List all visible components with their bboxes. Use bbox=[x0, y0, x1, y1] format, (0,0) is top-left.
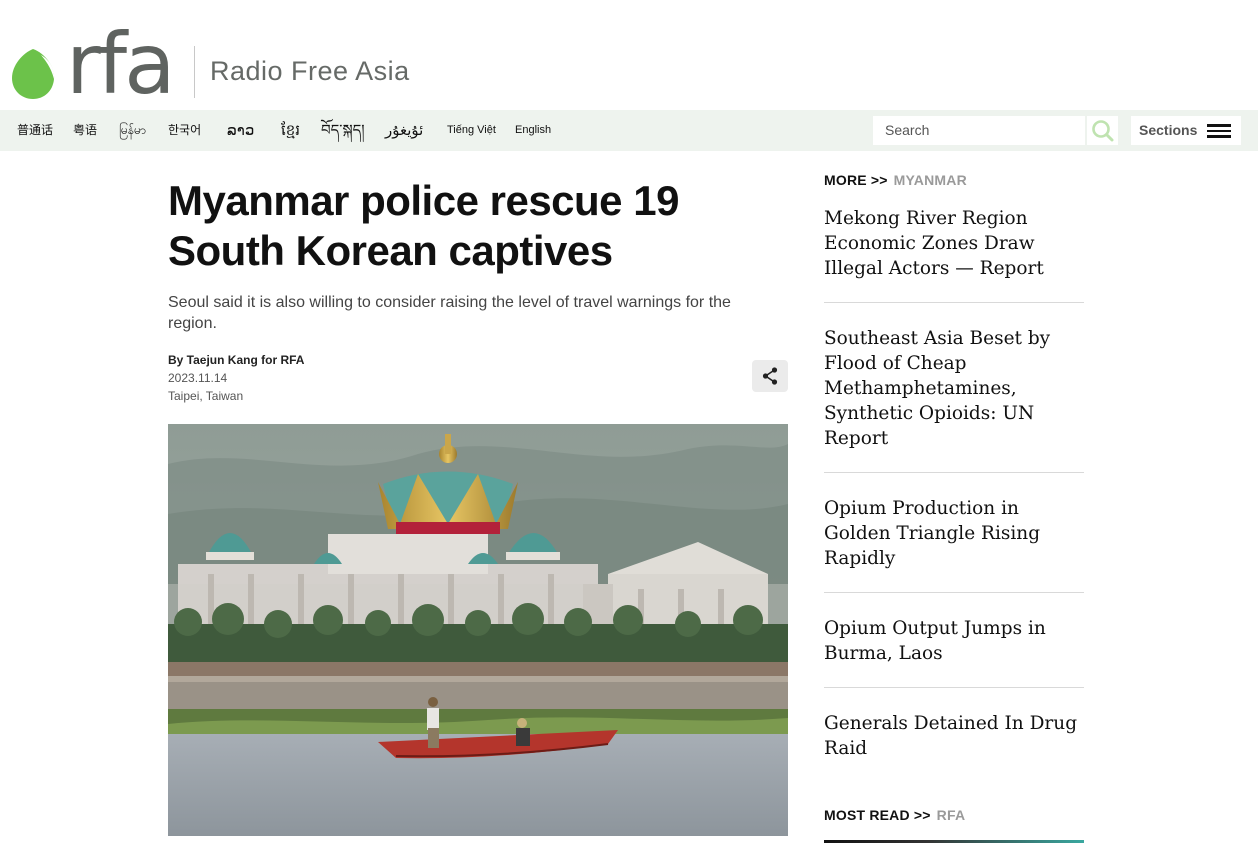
divider bbox=[824, 687, 1084, 688]
share-button[interactable] bbox=[752, 360, 788, 392]
brand-name[interactable]: Radio Free Asia bbox=[210, 56, 410, 87]
related-article-link[interactable]: Mekong River Region Economic Zones Draw … bbox=[824, 206, 1084, 281]
lang-korean[interactable]: 한국어 bbox=[168, 110, 201, 151]
article-title: Myanmar police rescue 19 South Korean ca… bbox=[168, 177, 679, 274]
lang-khmer[interactable]: ខ្មែរ bbox=[281, 110, 300, 151]
lang-english[interactable]: English bbox=[515, 110, 551, 151]
sections-menu-button[interactable]: Sections bbox=[1131, 116, 1241, 145]
article-location: Taipei, Taiwan bbox=[168, 389, 244, 403]
related-article-link[interactable]: Opium Production in Golden Triangle Risi… bbox=[824, 496, 1084, 571]
more-section-link[interactable]: MYANMAR bbox=[894, 172, 967, 188]
search-button[interactable] bbox=[1087, 116, 1118, 145]
lang-burmese[interactable]: မြန်မာ bbox=[119, 110, 146, 151]
search-input[interactable]: Search bbox=[873, 116, 1085, 145]
article-date: 2023.11.14 bbox=[168, 371, 228, 385]
lang-uyghur[interactable]: ئۇيغۇر bbox=[385, 110, 423, 151]
rfa-logo-leaf-icon[interactable] bbox=[11, 45, 55, 99]
most-read-heading: MOST READ >> RFA bbox=[824, 807, 965, 823]
most-read-section-link[interactable]: RFA bbox=[937, 807, 966, 823]
related-article-link[interactable]: Opium Output Jumps in Burma, Laos bbox=[824, 616, 1084, 666]
hamburger-menu-icon bbox=[1207, 124, 1231, 138]
article-photo bbox=[168, 424, 788, 836]
lang-lao[interactable]: ລາວ bbox=[227, 110, 254, 151]
site-header: rfa Radio Free Asia bbox=[0, 0, 1258, 113]
lang-vietnamese[interactable]: Tiếng Việt bbox=[447, 110, 496, 151]
more-section-heading: MORE >> MYANMAR bbox=[824, 172, 967, 188]
related-article-link[interactable]: Generals Detained In Drug Raid bbox=[824, 711, 1084, 761]
article-subtitle: Seoul said it is also willing to conside… bbox=[168, 294, 731, 332]
more-label: MORE >> bbox=[824, 172, 888, 188]
lang-mandarin[interactable]: 普通话 bbox=[17, 110, 53, 151]
most-read-label: MOST READ >> bbox=[824, 807, 931, 823]
rfa-logo[interactable]: rfa bbox=[66, 14, 176, 114]
lang-tibetan[interactable]: བོད་སྐད། bbox=[321, 110, 365, 151]
related-article-link[interactable]: Southeast Asia Beset by Flood of Cheap M… bbox=[824, 326, 1084, 451]
sections-label: Sections bbox=[1139, 122, 1198, 138]
logo-divider bbox=[194, 46, 195, 98]
lang-cantonese[interactable]: 粤语 bbox=[73, 110, 97, 151]
divider bbox=[824, 592, 1084, 593]
article-byline: By Taejun Kang for RFA bbox=[168, 353, 305, 367]
divider bbox=[824, 302, 1084, 303]
share-icon bbox=[762, 367, 778, 385]
casino-river-photo bbox=[168, 424, 788, 836]
search-icon bbox=[1092, 120, 1114, 142]
divider bbox=[824, 472, 1084, 473]
